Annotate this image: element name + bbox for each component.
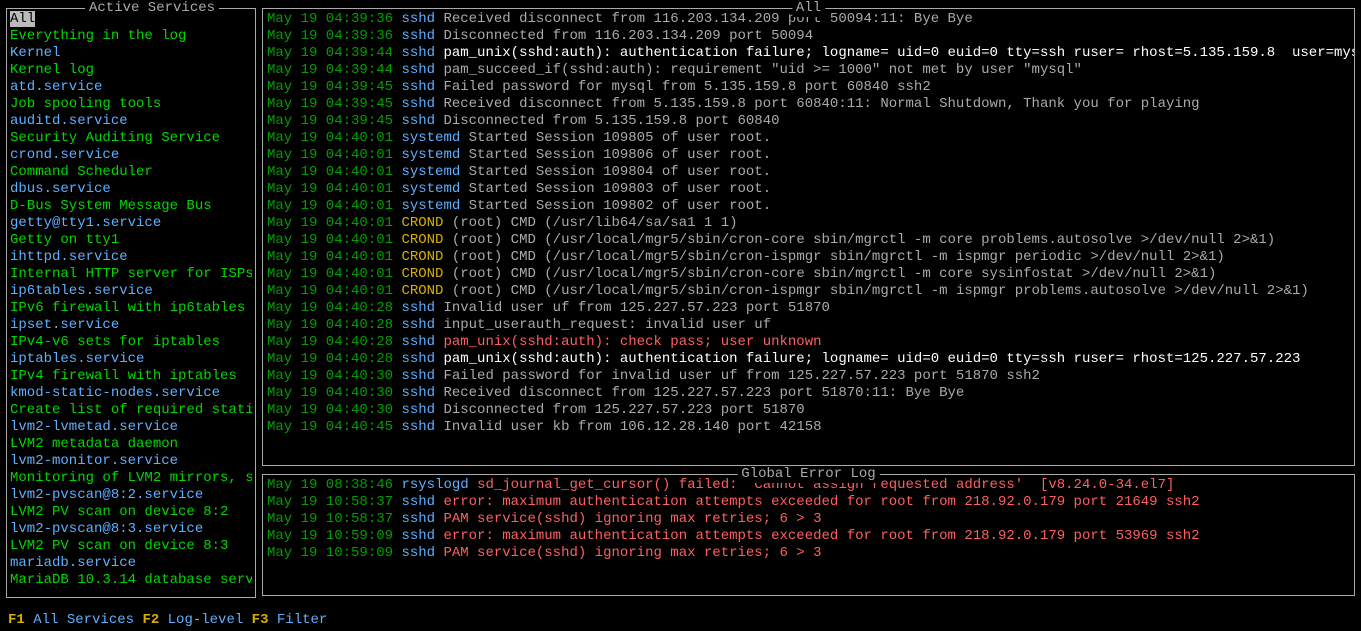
- log-line: May 19 04:40:01 CROND (root) CMD (/usr/l…: [267, 215, 1350, 232]
- service-description: Kernel log: [10, 62, 252, 79]
- footer-key[interactable]: F1: [8, 612, 25, 628]
- log-line: May 19 04:40:01 systemd Started Session …: [267, 147, 1350, 164]
- log-line: May 19 10:58:37 sshd error: maximum auth…: [267, 494, 1350, 511]
- log-line: May 19 04:40:28 sshd pam_unix(sshd:auth)…: [267, 351, 1350, 368]
- footer-label[interactable]: Log-level: [159, 612, 243, 628]
- log-line: May 19 04:39:45 sshd Failed password for…: [267, 79, 1350, 96]
- error-log-panel: Global Error Log May 19 08:38:46 rsyslog…: [262, 474, 1355, 596]
- service-description: LVM2 PV scan on device 8:3: [10, 538, 252, 555]
- service-item[interactable]: ipset.service: [10, 317, 252, 334]
- service-description: Security Auditing Service: [10, 130, 252, 147]
- footer-bar: F1 All Services F2 Log-level F3 Filter: [8, 612, 1353, 629]
- service-description: IPv4-v6 sets for iptables: [10, 334, 252, 351]
- footer-label[interactable]: Filter: [268, 612, 327, 628]
- error-log-body[interactable]: May 19 08:38:46 rsyslogd sd_journal_get_…: [263, 475, 1354, 595]
- all-log-title: All: [792, 0, 825, 17]
- active-services-list[interactable]: AllEverything in the logKernelKernel log…: [7, 9, 255, 597]
- error-log-title: Global Error Log: [737, 466, 879, 483]
- service-description: Monitoring of LVM2 mirrors, sn: [10, 470, 252, 487]
- active-services-panel: Active Services AllEverything in the log…: [6, 8, 256, 598]
- log-line: May 19 04:40:28 sshd pam_unix(sshd:auth)…: [267, 334, 1350, 351]
- service-item[interactable]: atd.service: [10, 79, 252, 96]
- service-description: LVM2 metadata daemon: [10, 436, 252, 453]
- service-description: Create list of required static: [10, 402, 252, 419]
- log-line: May 19 04:39:44 sshd pam_unix(sshd:auth)…: [267, 45, 1350, 62]
- service-item[interactable]: mariadb.service: [10, 555, 252, 572]
- service-description: Everything in the log: [10, 28, 252, 45]
- service-description: IPv4 firewall with iptables: [10, 368, 252, 385]
- log-line: May 19 04:40:01 systemd Started Session …: [267, 198, 1350, 215]
- service-item[interactable]: crond.service: [10, 147, 252, 164]
- service-description: LVM2 PV scan on device 8:2: [10, 504, 252, 521]
- log-line: May 19 04:40:01 systemd Started Session …: [267, 164, 1350, 181]
- app-root: Active Services AllEverything in the log…: [0, 0, 1361, 631]
- log-line: May 19 04:39:44 sshd pam_succeed_if(sshd…: [267, 62, 1350, 79]
- log-line: May 19 04:39:45 sshd Disconnected from 5…: [267, 113, 1350, 130]
- active-services-title: Active Services: [85, 0, 219, 17]
- log-line: May 19 10:58:37 sshd PAM service(sshd) i…: [267, 511, 1350, 528]
- footer-label[interactable]: All Services: [25, 612, 134, 628]
- log-line: May 19 04:39:36 sshd Disconnected from 1…: [267, 28, 1350, 45]
- log-line: May 19 04:40:01 CROND (root) CMD (/usr/l…: [267, 283, 1350, 300]
- log-line: May 19 04:40:45 sshd Invalid user kb fro…: [267, 419, 1350, 436]
- log-line: May 19 04:40:28 sshd Invalid user uf fro…: [267, 300, 1350, 317]
- service-description: D-Bus System Message Bus: [10, 198, 252, 215]
- footer-key[interactable]: F2: [142, 612, 159, 628]
- log-line: May 19 04:40:01 CROND (root) CMD (/usr/l…: [267, 232, 1350, 249]
- service-item[interactable]: ip6tables.service: [10, 283, 252, 300]
- all-log-body[interactable]: May 19 04:39:36 sshd Received disconnect…: [263, 9, 1354, 465]
- log-line: May 19 04:39:45 sshd Received disconnect…: [267, 96, 1350, 113]
- service-description: MariaDB 10.3.14 database serve: [10, 572, 252, 589]
- log-line: May 19 04:40:28 sshd input_userauth_requ…: [267, 317, 1350, 334]
- service-item[interactable]: lvm2-pvscan@8:3.service: [10, 521, 252, 538]
- service-item[interactable]: ihttpd.service: [10, 249, 252, 266]
- log-line: May 19 04:40:01 CROND (root) CMD (/usr/l…: [267, 266, 1350, 283]
- service-description: Getty on tty1: [10, 232, 252, 249]
- all-log-panel: All May 19 04:39:36 sshd Received discon…: [262, 8, 1355, 466]
- service-description: IPv6 firewall with ip6tables: [10, 300, 252, 317]
- log-line: May 19 04:40:01 CROND (root) CMD (/usr/l…: [267, 249, 1350, 266]
- log-line: May 19 04:40:01 systemd Started Session …: [267, 181, 1350, 198]
- footer-key[interactable]: F3: [252, 612, 269, 628]
- service-item[interactable]: auditd.service: [10, 113, 252, 130]
- service-item[interactable]: lvm2-pvscan@8:2.service: [10, 487, 252, 504]
- log-line: May 19 10:59:09 sshd PAM service(sshd) i…: [267, 545, 1350, 562]
- service-item[interactable]: dbus.service: [10, 181, 252, 198]
- log-line: May 19 10:59:09 sshd error: maximum auth…: [267, 528, 1350, 545]
- service-description: Internal HTTP server for ISPsy: [10, 266, 252, 283]
- service-item[interactable]: iptables.service: [10, 351, 252, 368]
- log-line: May 19 04:40:01 systemd Started Session …: [267, 130, 1350, 147]
- service-item[interactable]: getty@tty1.service: [10, 215, 252, 232]
- service-item[interactable]: kmod-static-nodes.service: [10, 385, 252, 402]
- service-item[interactable]: lvm2-lvmetad.service: [10, 419, 252, 436]
- log-line: May 19 04:40:30 sshd Failed password for…: [267, 368, 1350, 385]
- service-description: Job spooling tools: [10, 96, 252, 113]
- service-item[interactable]: lvm2-monitor.service: [10, 453, 252, 470]
- service-item[interactable]: Kernel: [10, 45, 252, 62]
- service-description: Command Scheduler: [10, 164, 252, 181]
- log-line: May 19 04:40:30 sshd Disconnected from 1…: [267, 402, 1350, 419]
- log-line: May 19 04:40:30 sshd Received disconnect…: [267, 385, 1350, 402]
